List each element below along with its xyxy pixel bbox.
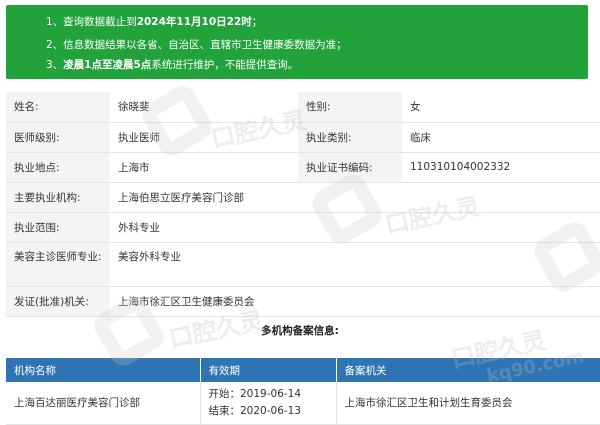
col-header-org: 机构名称 — [6, 358, 201, 382]
category-value: 临床 — [402, 122, 600, 153]
row-validity-end: 结束：2020-06-13 — [208, 405, 302, 417]
scope-value: 外科专业 — [110, 212, 600, 243]
place-label: 执业地点: — [6, 152, 110, 183]
col-header-authority: 备案机关 — [336, 358, 600, 382]
level-label: 医师级别: — [6, 122, 110, 153]
level-value: 执业医师 — [110, 122, 298, 153]
info-row-issuer: 发证(批准)机关: 上海市徐汇区卫生健康委员会 — [6, 286, 600, 317]
issuer-label: 发证(批准)机关: — [6, 286, 110, 317]
col-header-validity: 有效期 — [200, 358, 337, 382]
notice-banner: 1、查询数据截止到2024年11月10日22时； 2、信息数据结果以各省、自治区… — [6, 5, 588, 79]
org-label: 主要执业机构: — [6, 182, 110, 213]
place-value: 上海市 — [110, 152, 298, 183]
scope-label: 执业范围: — [6, 212, 110, 243]
cert-label: 执业证书编码: — [298, 152, 402, 183]
info-row-scope: 执业范围: 外科专业 — [6, 212, 600, 243]
doctor-info-table: 姓名: 徐晓斐 性别: 女 医师级别: 执业医师 执业类别: 临床 执业地点: … — [6, 92, 600, 317]
info-row-name: 姓名: 徐晓斐 性别: 女 — [6, 92, 600, 123]
notice-line-2: 2、信息数据结果以各省、自治区、直辖市卫生健康委数据为准； — [46, 39, 347, 51]
multi-org-title: 多机构备案信息: — [261, 325, 339, 337]
cert-value: 110310104002332 — [402, 152, 600, 183]
cosmetic-label: 美容主诊医师专业: — [6, 242, 110, 287]
notice-line-1: 1、查询数据截止到2024年11月10日22时； — [46, 16, 263, 28]
gender-value: 女 — [402, 92, 600, 123]
row-validity-start: 开始：2019-06-14 — [208, 388, 302, 400]
multi-org-table: 机构名称 有效期 备案机关 上海百达丽医疗美容门诊部 开始：2019-06-14… — [6, 358, 600, 425]
info-row-org: 主要执业机构: 上海伯思立医疗美容门诊部 — [6, 182, 600, 213]
issuer-value: 上海市徐汇区卫生健康委员会 — [110, 286, 600, 317]
info-row-cosmetic: 美容主诊医师专业: 美容外科专业 — [6, 242, 600, 287]
cosmetic-value: 美容外科专业 — [110, 242, 600, 287]
row-org-name: 上海百达丽医疗美容门诊部 — [6, 382, 201, 425]
row-authority: 上海市徐汇区卫生和计划生育委员会 — [336, 382, 600, 425]
table-row: 上海百达丽医疗美容门诊部 开始：2019-06-14 结束：2020-06-13… — [6, 382, 600, 425]
org-value: 上海伯思立医疗美容门诊部 — [110, 182, 600, 213]
notice-line-3: 3、凌晨1点至凌晨5点系统进行维护，不能提供查询。 — [46, 59, 299, 71]
name-label: 姓名: — [6, 92, 110, 123]
gender-label: 性别: — [298, 92, 402, 123]
info-row-place: 执业地点: 上海市 执业证书编码: 110310104002332 — [6, 152, 600, 183]
info-row-level: 医师级别: 执业医师 执业类别: 临床 — [6, 122, 600, 153]
row-validity: 开始：2019-06-14 结束：2020-06-13 — [200, 382, 337, 425]
multi-org-header-row: 机构名称 有效期 备案机关 — [6, 358, 600, 382]
category-label: 执业类别: — [298, 122, 402, 153]
name-value: 徐晓斐 — [110, 92, 298, 123]
